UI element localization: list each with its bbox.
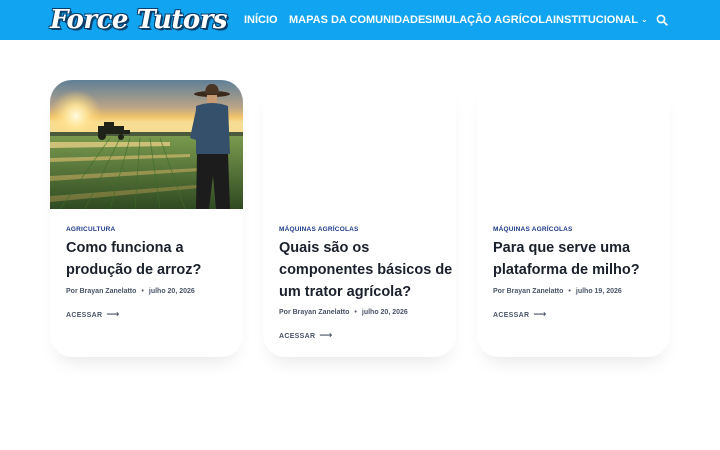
post-date: julho 20, 2026 [148,288,195,295]
site-logo[interactable]: Force Tutors [50,3,228,37]
nav-item-institucional[interactable]: INSTITUCIONAL ⌄ [553,13,648,27]
post-author[interactable]: Por Brayan Zanelatto [279,309,349,316]
read-more-label: ACESSAR [66,312,103,319]
arrow-right-icon: ⟶ [533,309,547,319]
post-meta: Por Brayan Zanelatto • julho 20, 2026 [66,288,195,295]
site-header: Force Tutors INÍCIO MAPAS DA COMUNIDADE … [0,0,720,40]
post-author[interactable]: Por Brayan Zanelatto [493,288,563,295]
post-card: AGRICULTURA Como funciona a produção de … [50,80,243,357]
post-card: MÁQUINAS AGRÍCOLAS Para que serve uma pl… [477,80,670,357]
post-card: MÁQUINAS AGRÍCOLAS Quais são os componen… [263,80,456,357]
nav-item-simulacao[interactable]: SIMULAÇÃO AGRÍCOLA [425,13,553,27]
post-meta: Por Brayan Zanelatto • julho 19, 2026 [493,288,622,295]
separator-dot: • [568,288,571,295]
post-category[interactable]: AGRICULTURA [66,226,115,233]
nav-item-label: INSTITUCIONAL [553,14,638,26]
post-author[interactable]: Por Brayan Zanelatto [66,288,136,295]
post-date: julho 19, 2026 [575,288,622,295]
post-title[interactable]: Como funciona a produção de arroz? [66,237,241,281]
separator-dot: • [354,309,357,316]
read-more-link[interactable]: ACESSAR ⟶ [66,309,120,320]
post-date: julho 20, 2026 [361,309,408,316]
post-category[interactable]: MÁQUINAS AGRÍCOLAS [279,226,359,233]
post-category[interactable]: MÁQUINAS AGRÍCOLAS [493,226,573,233]
search-icon[interactable] [656,14,668,26]
separator-dot: • [141,288,144,295]
post-meta: Por Brayan Zanelatto • julho 20, 2026 [279,309,408,316]
nav-item-mapas[interactable]: MAPAS DA COMUNIDADE [289,13,425,27]
post-title[interactable]: Quais são os componentes básicos de um t… [279,237,454,303]
read-more-label: ACESSAR [279,333,316,340]
nav-item-inicio[interactable]: INÍCIO [244,13,278,27]
chevron-down-icon: ⌄ [640,15,648,24]
read-more-link[interactable]: ACESSAR ⟶ [279,330,333,341]
arrow-right-icon: ⟶ [319,330,333,340]
post-title[interactable]: Para que serve uma plataforma de milho? [493,237,668,281]
arrow-right-icon: ⟶ [106,309,120,319]
read-more-link[interactable]: ACESSAR ⟶ [493,309,547,320]
post-image-rice-field[interactable] [50,80,243,209]
read-more-label: ACESSAR [493,312,530,319]
